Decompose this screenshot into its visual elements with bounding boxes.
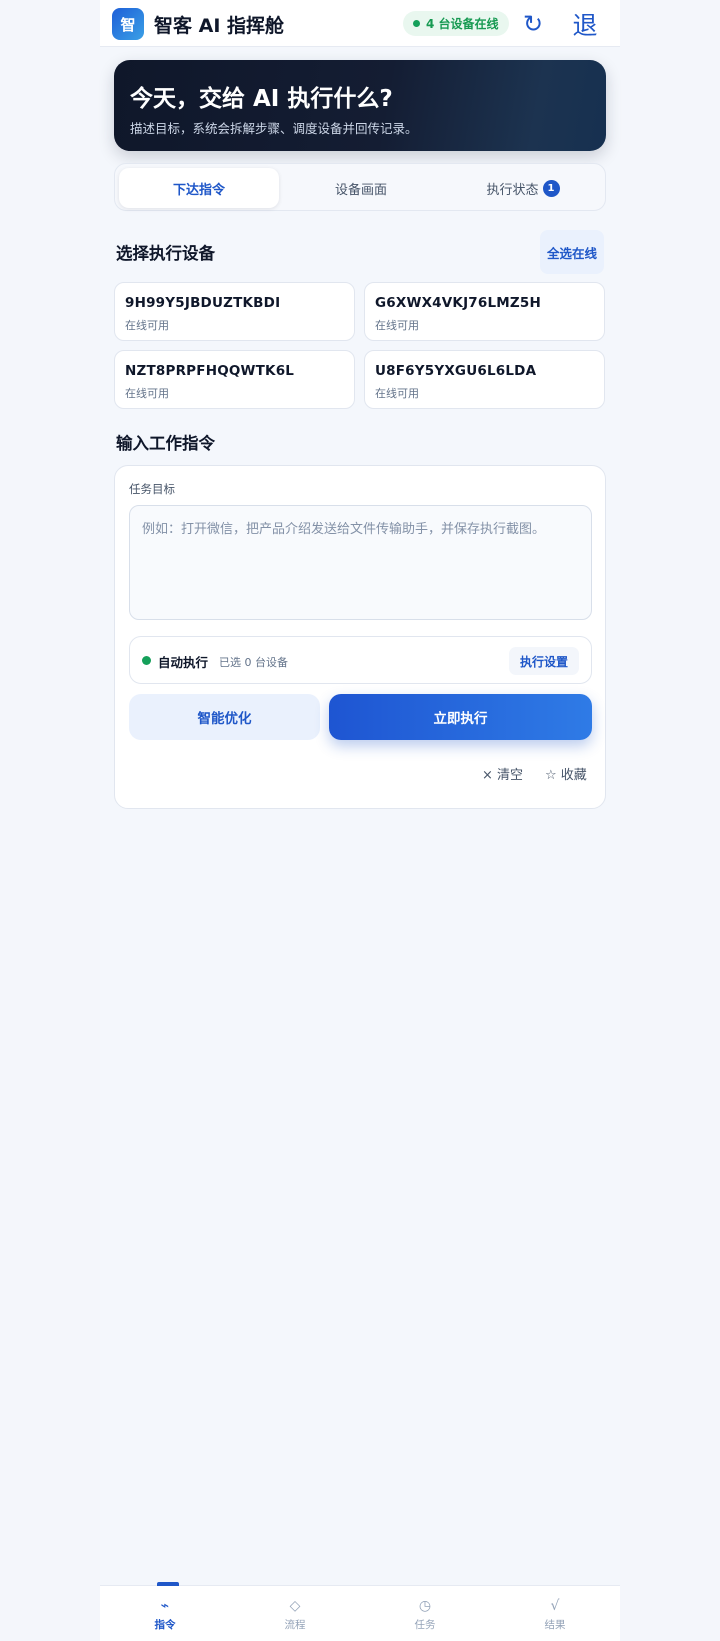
tab-label: 执行状态: [486, 182, 539, 198]
online-devices-badge: 4 台设备在线: [403, 11, 509, 36]
device-status: 在线可用: [125, 387, 169, 400]
tab-command[interactable]: 下达指令: [119, 168, 279, 208]
hero-banner: 今天，交给 AI 执行什么? 描述目标，系统会拆解步骤、调度设备并回传记录。: [114, 60, 606, 151]
tab-execution-status[interactable]: 执行状态 1: [443, 168, 603, 208]
tab-device-screen[interactable]: 设备画面: [281, 168, 441, 208]
device-status: 在线可用: [125, 319, 169, 332]
auto-execute-row: 自动执行 已选 0 台设备 执行设置: [129, 636, 592, 684]
favorite-button[interactable]: ☆ 收藏: [545, 764, 587, 783]
nav-item-tasks[interactable]: ◷ 任务: [360, 1586, 490, 1641]
command-section-title: 输入工作指令: [116, 434, 215, 453]
check-icon: √: [550, 1597, 560, 1614]
device-card[interactable]: U8F6Y5YXGU6L6LDA 在线可用: [364, 350, 605, 409]
device-card[interactable]: G6XWX4VKJ76LMZ5H 在线可用: [364, 282, 605, 341]
auto-execute-label: 自动执行: [158, 655, 209, 670]
selected-devices-count: 已选 0 台设备: [219, 656, 288, 669]
execute-now-button[interactable]: 立即执行: [329, 694, 592, 740]
tab-label: 下达指令: [172, 182, 225, 198]
hero-title: 今天，交给 AI 执行什么?: [130, 86, 393, 112]
execution-settings-button[interactable]: 执行设置: [509, 647, 579, 675]
device-id: NZT8PRPFHQQWTK6L: [125, 363, 295, 379]
app-logo-icon: 智: [112, 8, 144, 40]
device-status: 在线可用: [375, 319, 419, 332]
device-id: 9H99Y5JBDUZTKBDI: [125, 295, 281, 311]
bottom-navigation: ⌁ 指令 ◇ 流程 ◷ 任务 √ 结果: [100, 1582, 620, 1641]
device-status: 在线可用: [375, 387, 419, 400]
device-section-title: 选择执行设备: [116, 244, 215, 263]
smart-optimize-button[interactable]: 智能优化: [129, 694, 320, 740]
top-header: 智 智客 AI 指挥舱 4 台设备在线 ↻ 退: [100, 0, 620, 47]
command-card: 任务目标 自动执行 已选 0 台设备 执行设置 智能优化 立即执行 × 清空 ☆…: [114, 465, 606, 809]
main-tabs: 下达指令 设备画面 执行状态 1: [114, 163, 606, 211]
device-id: G6XWX4VKJ76LMZ5H: [375, 295, 542, 311]
nav-label: 结果: [544, 1618, 566, 1631]
nav-label: 任务: [414, 1618, 436, 1631]
nav-item-flow[interactable]: ◇ 流程: [230, 1586, 360, 1641]
hero-subtitle: 描述目标，系统会拆解步骤、调度设备并回传记录。: [130, 121, 418, 136]
app-title: 智客 AI 指挥舱: [154, 15, 285, 37]
online-status-dot-icon: [413, 20, 420, 27]
app-page: 智 智客 AI 指挥舱 4 台设备在线 ↻ 退 今天，交给 AI 执行什么? 描…: [100, 0, 620, 1641]
nav-label: 流程: [284, 1618, 306, 1631]
tab-label: 设备画面: [334, 182, 387, 198]
task-goal-input[interactable]: [129, 505, 592, 620]
device-card[interactable]: NZT8PRPFHQQWTK6L 在线可用: [114, 350, 355, 409]
nav-item-results[interactable]: √ 结果: [490, 1586, 620, 1641]
command-icon: ⌁: [160, 1597, 170, 1614]
refresh-icon[interactable]: ↻: [519, 8, 547, 40]
flow-icon: ◇: [289, 1597, 301, 1614]
status-count-badge: 1: [542, 179, 560, 197]
active-tab-indicator: [157, 1582, 179, 1586]
device-id: U8F6Y5YXGU6L6LDA: [375, 363, 537, 379]
task-goal-label: 任务目标: [129, 482, 175, 496]
nav-item-command[interactable]: ⌁ 指令: [100, 1582, 230, 1641]
auto-status-dot-icon: [142, 656, 151, 665]
nav-label: 指令: [154, 1618, 176, 1631]
clock-icon: ◷: [418, 1597, 432, 1614]
clear-button[interactable]: × 清空: [482, 764, 523, 783]
online-badge-label: 4 台设备在线: [426, 17, 499, 31]
logout-button[interactable]: 退: [568, 6, 602, 42]
select-all-online-button[interactable]: 全选在线: [540, 230, 604, 274]
device-card[interactable]: 9H99Y5JBDUZTKBDI 在线可用: [114, 282, 355, 341]
